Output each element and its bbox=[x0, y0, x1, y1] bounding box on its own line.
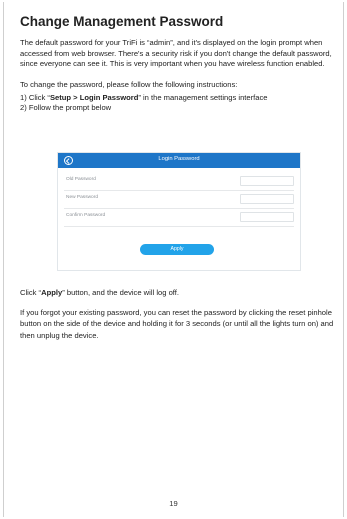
new-password-row: New Password bbox=[64, 191, 294, 209]
page-title: Change Management Password bbox=[20, 14, 224, 29]
login-password-screenshot: Login Password Old Password New Password… bbox=[58, 153, 300, 270]
click-apply-prefix: Click “ bbox=[20, 288, 42, 297]
confirm-password-input bbox=[240, 212, 294, 222]
confirm-password-label: Confirm Password bbox=[66, 213, 106, 218]
click-apply-bold: Apply bbox=[41, 288, 63, 297]
step-1-path: Setup > Login Password bbox=[49, 92, 139, 102]
page-number: 19 bbox=[169, 499, 178, 508]
reset-note: If you forgot your existing password, yo… bbox=[20, 307, 334, 340]
screenshot-header: Login Password bbox=[58, 153, 300, 168]
click-apply-suffix: ” button, and the device will log off. bbox=[62, 288, 179, 297]
old-password-row: Old Password bbox=[64, 173, 294, 191]
page-content: Change Management Password The default p… bbox=[20, 14, 336, 113]
step-1-prefix: 1) Click “ bbox=[20, 92, 50, 102]
after-instructions: Click “Apply” button, and the device wil… bbox=[20, 288, 336, 351]
apply-button-illustration: Apply bbox=[140, 244, 214, 255]
step-1: 1) Click “Setup > Login Password” in the… bbox=[20, 93, 336, 103]
password-form: Old Password New Password Confirm Passwo… bbox=[64, 173, 294, 227]
screenshot-title: Login Password bbox=[158, 156, 200, 162]
step-1-suffix: ” in the management settings interface bbox=[138, 92, 268, 102]
old-password-label: Old Password bbox=[66, 177, 96, 182]
new-password-label: New Password bbox=[66, 195, 98, 200]
new-password-input bbox=[240, 194, 294, 204]
confirm-password-row: Confirm Password bbox=[64, 209, 294, 227]
step-2: 2) Follow the prompt below bbox=[20, 103, 112, 113]
manual-page: Change Management Password The default p… bbox=[0, 0, 347, 519]
instructions-heading: To change the password, please follow th… bbox=[20, 79, 238, 89]
old-password-input bbox=[240, 176, 294, 186]
intro-paragraph: The default password for your TriFi is “… bbox=[20, 38, 332, 69]
click-apply-line: Click “Apply” button, and the device wil… bbox=[20, 288, 336, 299]
